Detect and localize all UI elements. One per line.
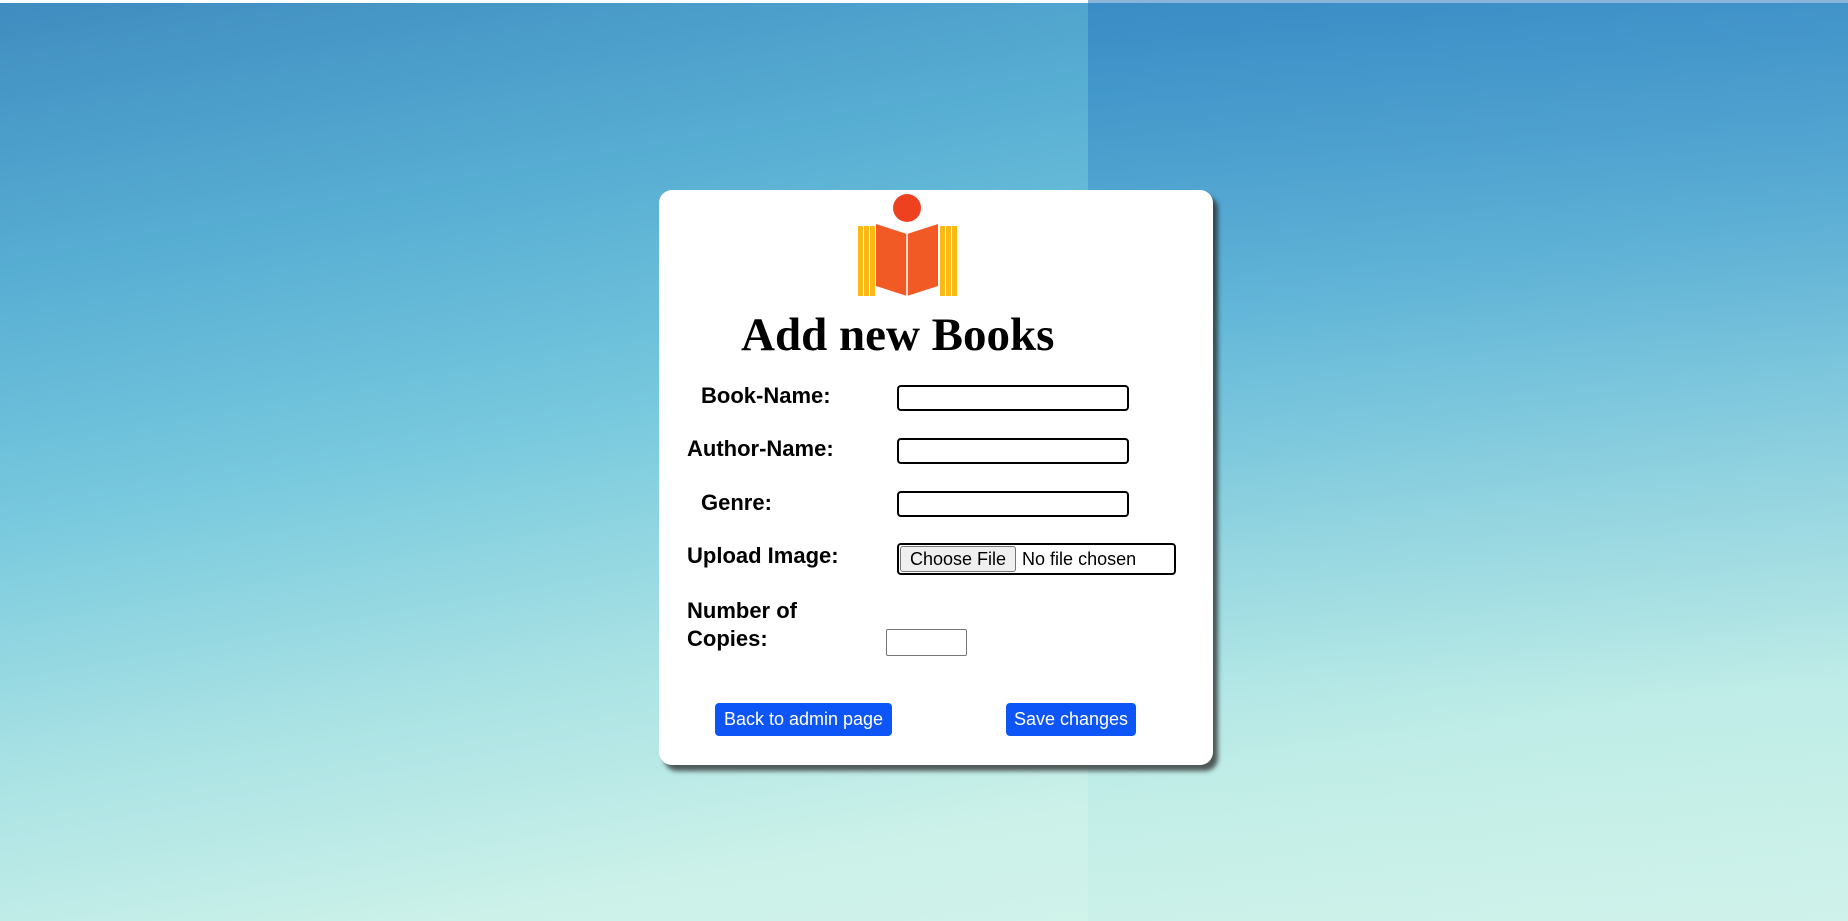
copies-label-line2: Copies:: [687, 626, 768, 651]
copies-label: Number of Copies:: [687, 597, 797, 653]
genre-label: Genre:: [701, 490, 772, 515]
choose-file-button[interactable]: Choose File: [900, 546, 1017, 572]
page-title: Add new Books: [741, 309, 1055, 361]
add-book-card: Add new Books Book-Name: Author-Name: Ge…: [659, 190, 1213, 765]
author-name-label: Author-Name:: [687, 436, 834, 461]
author-name-input[interactable]: [897, 438, 1129, 464]
book-name-label: Book-Name:: [701, 383, 831, 408]
image-file-input[interactable]: Choose File No file chosen: [897, 543, 1176, 575]
file-status-text: No file chosen: [1022, 548, 1137, 569]
library-logo-icon: [858, 194, 957, 296]
genre-input[interactable]: [897, 491, 1129, 517]
back-to-admin-button[interactable]: Back to admin page: [715, 703, 892, 736]
save-changes-button[interactable]: Save changes: [1006, 703, 1136, 736]
top-border: [0, 0, 1848, 3]
copies-label-line1: Number of: [687, 598, 797, 623]
upload-image-label: Upload Image:: [687, 543, 839, 568]
copies-input[interactable]: [886, 629, 967, 656]
book-name-input[interactable]: [897, 385, 1129, 411]
